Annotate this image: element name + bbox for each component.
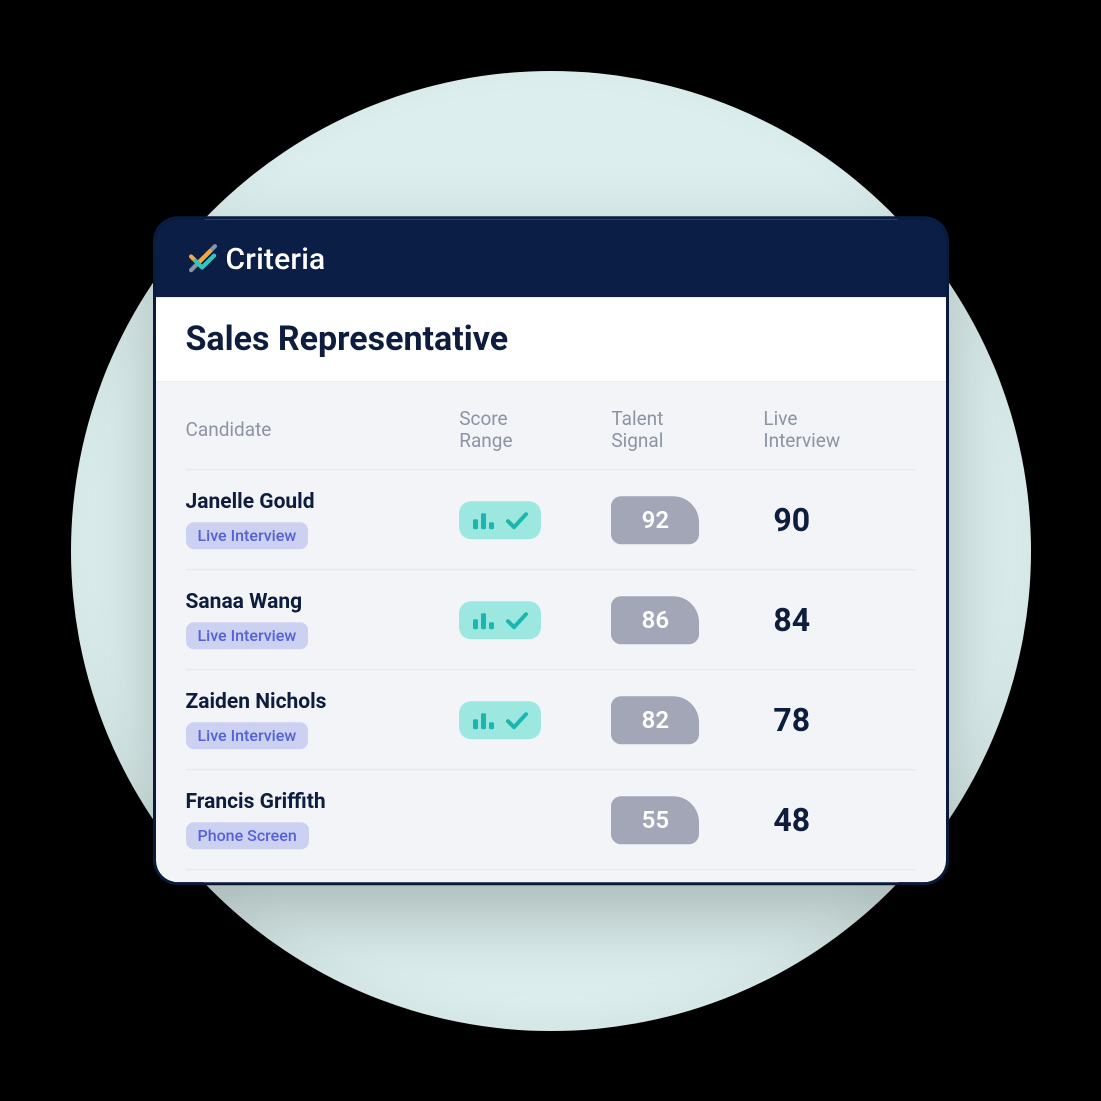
talent-signal-badge: 82 (611, 696, 699, 744)
talent-signal-badge: 55 (611, 796, 699, 844)
talent-signal-cell: 92 (611, 496, 763, 544)
bar-chart-icon (471, 709, 499, 731)
table-row[interactable]: Janelle Gould Live Interview (186, 470, 916, 570)
candidate-cell: Sanaa Wang Live Interview (186, 590, 460, 649)
stage-pill: Live Interview (186, 522, 309, 549)
candidate-name: Janelle Gould (186, 490, 460, 514)
talent-signal-badge: 92 (611, 496, 699, 544)
score-range-badge (459, 701, 541, 739)
stage-pill: Live Interview (186, 622, 309, 649)
table-header-row: Candidate Score Range Talent Signal Live… (186, 382, 916, 471)
score-range-cell (459, 601, 611, 639)
table-row[interactable]: Francis Griffith Phone Screen (186, 770, 916, 870)
brand-name: Criteria (226, 242, 326, 277)
col-score-range: Score Range (459, 408, 611, 454)
live-interview-score: 84 (763, 601, 915, 639)
score-range-badge (459, 501, 541, 539)
talent-signal-cell: 82 (611, 696, 763, 744)
check-icon (505, 609, 529, 631)
candidate-cell: Janelle Gould Live Interview (186, 490, 460, 549)
talent-signal-cell: 55 (611, 796, 763, 844)
candidate-name: Zaiden Nichols (186, 690, 460, 714)
talent-signal-cell: 86 (611, 596, 763, 644)
col-live-interview: Live Interview (763, 408, 915, 454)
score-range-cell (459, 501, 611, 539)
live-interview-score: 48 (763, 801, 915, 839)
title-band: Sales Representative (156, 297, 946, 382)
talent-signal-badge: 86 (611, 596, 699, 644)
stage-pill: Phone Screen (186, 822, 309, 849)
bar-chart-icon (471, 609, 499, 631)
score-range-cell (459, 801, 611, 839)
table-row[interactable]: Zaiden Nichols Live Interview (186, 670, 916, 770)
candidate-cell: Francis Griffith Phone Screen (186, 790, 460, 849)
live-interview-score: 90 (763, 501, 915, 539)
col-talent-signal: Talent Signal (611, 408, 763, 454)
candidate-cell: Zaiden Nichols Live Interview (186, 690, 460, 749)
candidate-name: Francis Griffith (186, 790, 460, 814)
live-interview-score: 78 (763, 701, 915, 739)
page-title: Sales Representative (186, 319, 916, 359)
table-body: Candidate Score Range Talent Signal Live… (156, 382, 946, 883)
score-range-cell (459, 701, 611, 739)
check-icon (505, 709, 529, 731)
brand-logo: Criteria (186, 241, 326, 279)
bar-chart-icon (471, 509, 499, 531)
candidate-name: Sanaa Wang (186, 590, 460, 614)
col-candidate: Candidate (186, 419, 460, 442)
candidate-card: Criteria Sales Representative Candidate … (156, 219, 946, 883)
stage-pill: Live Interview (186, 722, 309, 749)
card-header: Criteria (156, 219, 946, 297)
criteria-logo-icon (186, 241, 220, 279)
score-range-badge (459, 601, 541, 639)
table-row[interactable]: Sanaa Wang Live Interview (186, 570, 916, 670)
check-icon (505, 509, 529, 531)
